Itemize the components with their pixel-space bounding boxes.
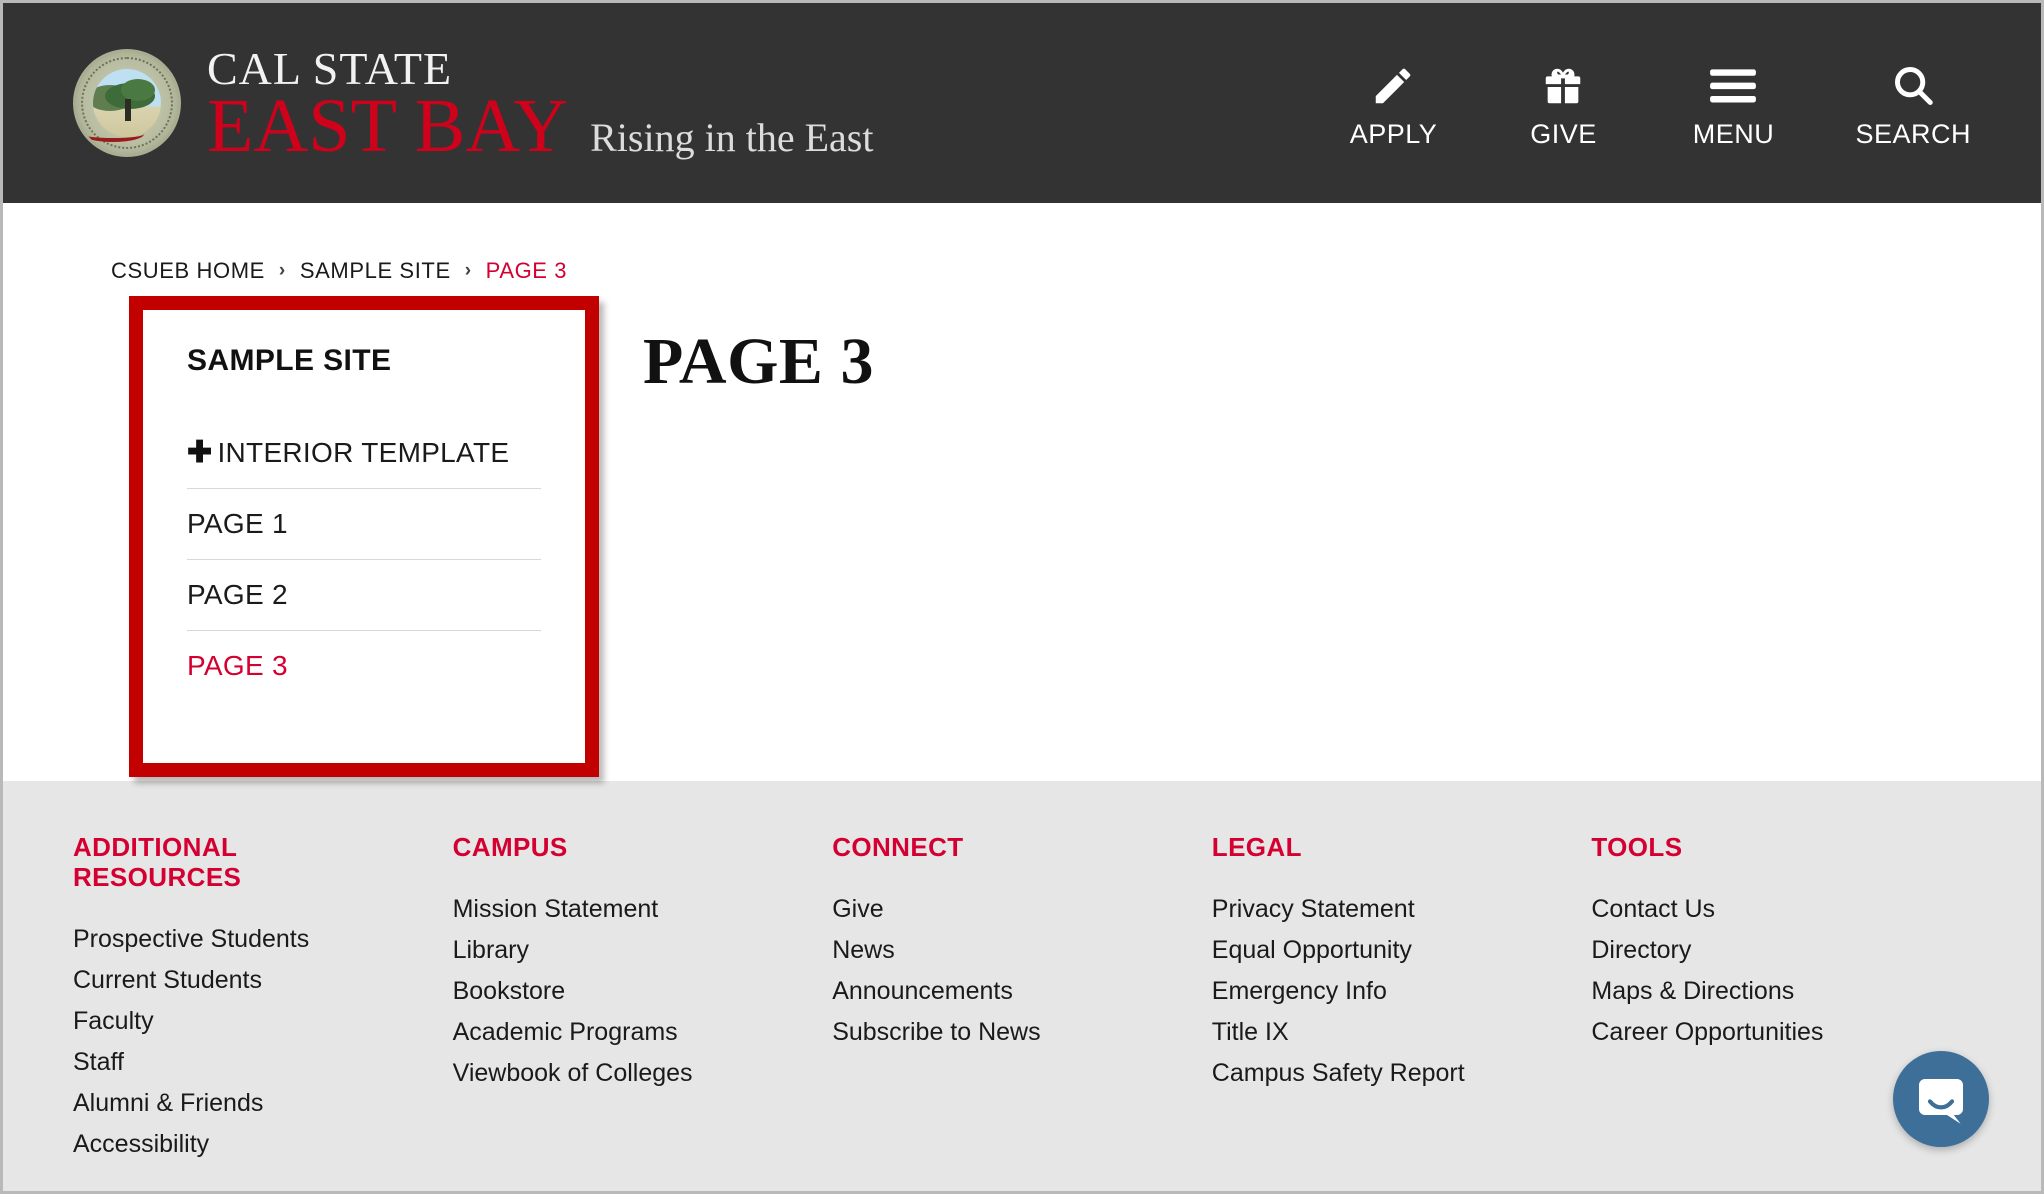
site-footer: ADDITIONAL RESOURCES Prospective Student… [3, 781, 2041, 1191]
footer-link[interactable]: Staff [73, 1042, 433, 1083]
wordmark-tagline: Rising in the East [590, 115, 874, 160]
wordmark-line2: EAST BAY [207, 84, 569, 168]
footer-column-title: TOOLS [1591, 832, 1683, 862]
page-root: CAL STATE EAST BAY Rising in the East AP… [0, 0, 2044, 1194]
site-logo[interactable]: CAL STATE EAST BAY Rising in the East [73, 42, 873, 164]
footer-column-title: ADDITIONAL RESOURCES [73, 832, 242, 892]
header-nav: APPLY GIVE MENU SEARCH [1345, 57, 1986, 150]
chat-widget-button[interactable] [1893, 1051, 1989, 1147]
nav-item-apply[interactable]: APPLY [1345, 57, 1441, 150]
nav-label-search: SEARCH [1855, 118, 1971, 149]
breadcrumb-item-sample-site[interactable]: SAMPLE SITE [300, 258, 451, 284]
footer-link[interactable]: Subscribe to News [832, 1012, 1192, 1053]
footer-column-connect: CONNECT Give News Announcements Subscrib… [832, 832, 1212, 1191]
sidebar-item-page-3[interactable]: PAGE 3 [187, 631, 541, 701]
main-article: PAGE 3 [581, 284, 874, 400]
footer-link[interactable]: Directory [1591, 930, 1951, 971]
footer-column-title: LEGAL [1211, 832, 1302, 862]
chat-bubble-icon [1919, 1079, 1963, 1124]
footer-link[interactable]: Career Opportunities [1591, 1012, 1951, 1053]
plus-icon[interactable]: ✚ [187, 438, 212, 468]
sidebar-item-page-1[interactable]: PAGE 1 [187, 489, 541, 560]
footer-link[interactable]: Academic Programs [453, 1012, 813, 1053]
sidenav-title: SAMPLE SITE [187, 344, 392, 377]
footer-link[interactable]: Contact Us [1591, 889, 1951, 930]
footer-link[interactable]: News [832, 930, 1192, 971]
footer-link[interactable]: Bookstore [453, 971, 813, 1012]
sidebar-item-label: PAGE 3 [187, 650, 288, 681]
footer-link[interactable]: Equal Opportunity [1212, 930, 1572, 971]
footer-link[interactable]: Accessibility [73, 1124, 433, 1165]
footer-link[interactable]: Maps & Directions [1591, 971, 1951, 1012]
nav-item-search[interactable]: SEARCH [1855, 57, 1971, 150]
hamburger-icon [1708, 57, 1758, 109]
footer-link[interactable]: Give [832, 889, 1192, 930]
footer-link[interactable]: Library [453, 930, 813, 971]
footer-link[interactable]: Title IX [1212, 1012, 1572, 1053]
footer-link[interactable]: Faculty [73, 1001, 433, 1042]
footer-link[interactable]: Alumni & Friends [73, 1083, 433, 1124]
search-icon [1890, 57, 1936, 109]
sidebar-item-label: PAGE 1 [187, 508, 288, 539]
footer-link[interactable]: Announcements [832, 971, 1192, 1012]
footer-link[interactable]: Viewbook of Colleges [453, 1053, 813, 1094]
footer-column-title: CAMPUS [452, 832, 568, 862]
nav-label-menu: MENU [1692, 118, 1775, 149]
wordmark: CAL STATE EAST BAY Rising in the East [207, 42, 874, 168]
footer-link[interactable]: Privacy Statement [1212, 889, 1572, 930]
sidebar-item-label: INTERIOR TEMPLATE [217, 437, 510, 468]
breadcrumb-separator-icon: › [278, 260, 286, 281]
footer-column-additional-resources: ADDITIONAL RESOURCES Prospective Student… [73, 832, 453, 1191]
footer-link[interactable]: Current Students [73, 960, 433, 1001]
nav-item-menu[interactable]: MENU [1685, 57, 1781, 150]
section-navigation-box: SAMPLE SITE ✚ INTERIOR TEMPLATE PAGE 1 P… [129, 296, 599, 777]
nav-label-apply: APPLY [1349, 118, 1438, 149]
breadcrumb-item-current[interactable]: PAGE 3 [486, 258, 567, 284]
main-content: CSUEB HOME › SAMPLE SITE › PAGE 3 SAMPLE… [3, 203, 2041, 779]
breadcrumb-separator-icon: › [464, 260, 472, 281]
breadcrumb-item-home[interactable]: CSUEB HOME [111, 258, 265, 284]
breadcrumb: CSUEB HOME › SAMPLE SITE › PAGE 3 [73, 203, 1971, 284]
footer-link[interactable]: Prospective Students [73, 919, 433, 960]
pencil-icon [1370, 57, 1416, 109]
nav-label-give: GIVE [1530, 118, 1597, 149]
sidebar-item-label: PAGE 2 [187, 579, 288, 610]
footer-column-campus: CAMPUS Mission Statement Library Booksto… [452, 832, 833, 1191]
page-title: PAGE 3 [643, 325, 874, 398]
sidebar-item-page-2[interactable]: PAGE 2 [187, 560, 541, 631]
university-seal-icon [73, 49, 181, 157]
sidebar-item-interior-template[interactable]: ✚ INTERIOR TEMPLATE [187, 418, 541, 489]
gift-icon [1540, 57, 1586, 109]
body-columns: SAMPLE SITE ✚ INTERIOR TEMPLATE PAGE 1 P… [73, 284, 1971, 777]
footer-link[interactable]: Emergency Info [1212, 971, 1572, 1012]
footer-column-title: CONNECT [832, 832, 964, 862]
site-header: CAL STATE EAST BAY Rising in the East AP… [3, 3, 2041, 203]
footer-column-legal: LEGAL Privacy Statement Equal Opportunit… [1211, 832, 1592, 1191]
footer-link[interactable]: Mission Statement [453, 889, 813, 930]
nav-item-give[interactable]: GIVE [1515, 57, 1611, 150]
footer-link[interactable]: Campus Safety Report [1212, 1053, 1572, 1094]
sidebar-region: SAMPLE SITE ✚ INTERIOR TEMPLATE PAGE 1 P… [111, 284, 599, 777]
